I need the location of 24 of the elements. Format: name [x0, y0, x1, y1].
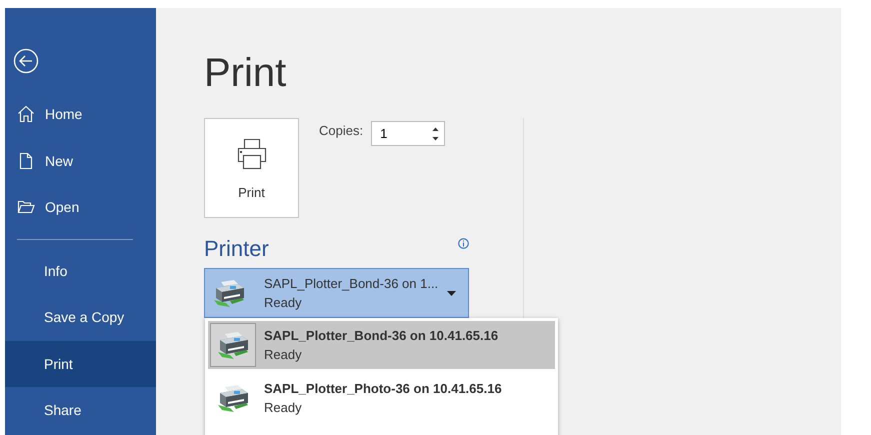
printer-icon — [216, 330, 250, 360]
print-button[interactable]: Print — [204, 118, 299, 218]
spinner-arrows-icon[interactable] — [432, 126, 440, 142]
printer-icon — [212, 278, 246, 308]
sidebar-item[interactable]: Info — [5, 248, 156, 294]
sidebar-item[interactable]: Save a Copy — [5, 294, 156, 340]
copies-spinner[interactable]: 1 — [371, 121, 446, 146]
sidebar-item[interactable]: Home — [5, 91, 156, 138]
printer-option[interactable]: SAPL_Plotter_Bond-36 on 10.41.65.16 Ready — [208, 321, 555, 369]
printer-option[interactable]: SAPL_Plotter_Photo-36 on 10.41.65.16 Ready — [208, 374, 555, 422]
sidebar-item[interactable]: Open — [5, 184, 156, 230]
page-title: Print — [204, 50, 288, 97]
document-icon — [17, 152, 35, 170]
sidebar-item[interactable]: Print — [5, 340, 156, 387]
info-icon[interactable] — [458, 238, 469, 249]
sidebar-item[interactable]: Share — [5, 387, 156, 434]
back-icon[interactable] — [13, 48, 39, 74]
printer-icon — [216, 383, 250, 413]
caret-icon — [447, 290, 456, 296]
sidebar-item[interactable]: New — [5, 138, 156, 184]
home-icon — [17, 105, 35, 124]
printer-dropdown[interactable]: SAPL_Plotter_Bond-36 on 1... Ready — [204, 268, 469, 318]
section-heading: Printer — [204, 236, 269, 262]
copies-label: Copies: — [319, 123, 364, 138]
